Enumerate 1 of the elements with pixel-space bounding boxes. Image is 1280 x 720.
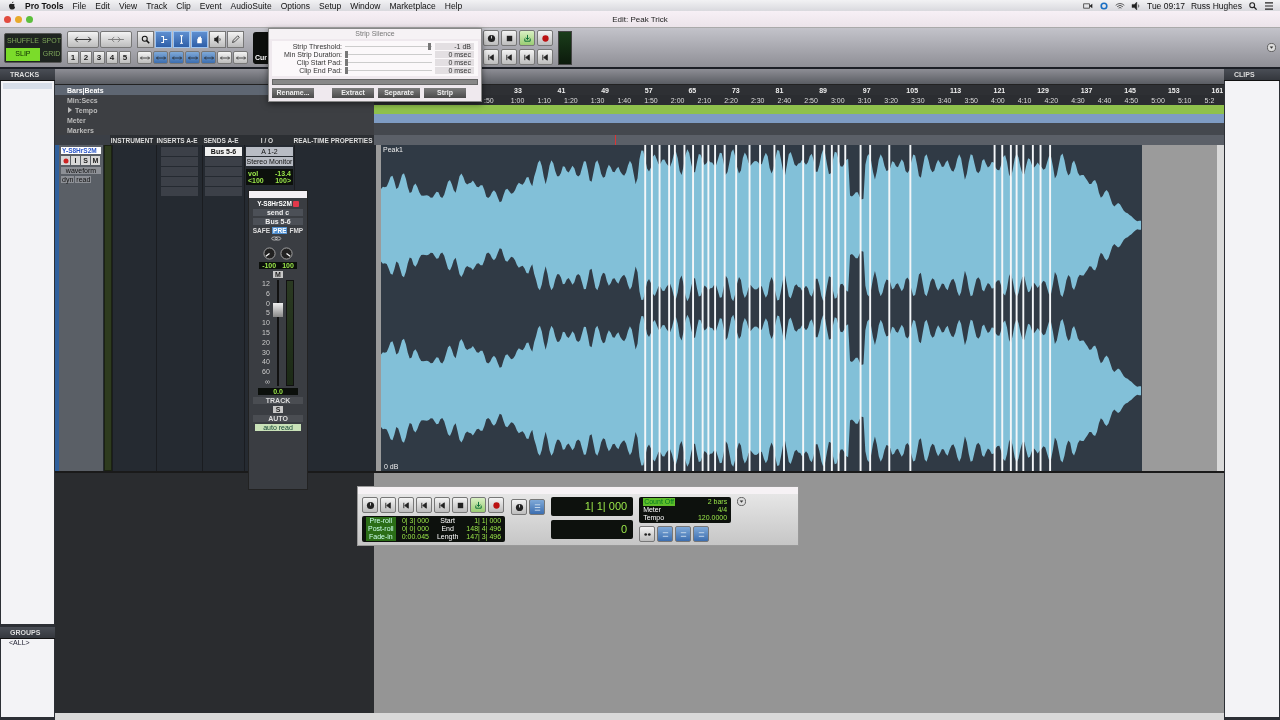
window-title: Edit: Peak Trick [612,14,668,24]
